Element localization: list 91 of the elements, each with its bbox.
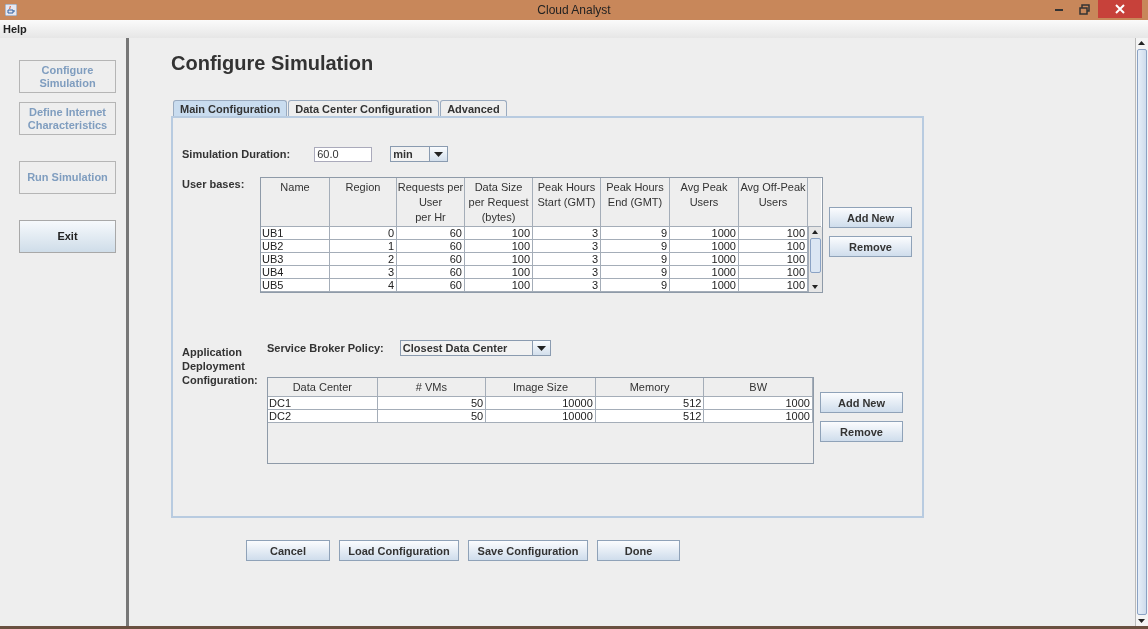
- table-cell: 60: [397, 266, 465, 279]
- table-cell: 1000: [670, 240, 739, 253]
- table-cell: 512: [595, 397, 705, 410]
- table-cell: 9: [601, 253, 670, 266]
- column-header[interactable]: # VMs: [377, 378, 487, 397]
- column-header[interactable]: Data Size per Request (bytes): [465, 178, 533, 227]
- table-cell: 1000: [670, 279, 739, 292]
- scroll-thumb[interactable]: [1137, 49, 1147, 615]
- action-button[interactable]: Remove: [829, 236, 912, 257]
- table-cell: 1000: [670, 227, 739, 240]
- policy-label: Service Broker Policy:: [267, 341, 384, 355]
- unit-dropdown[interactable]: min: [390, 146, 449, 162]
- column-header[interactable]: Memory: [595, 378, 705, 397]
- column-header[interactable]: Requests per User per Hr: [397, 178, 465, 227]
- footer-button[interactable]: Save Configuration: [468, 540, 588, 561]
- scrollbar[interactable]: [1135, 38, 1148, 626]
- table-cell: 100: [465, 279, 533, 292]
- table-cell: 1000: [670, 266, 739, 279]
- scroll-thumb[interactable]: [810, 238, 821, 273]
- window-title: Cloud Analyst: [537, 3, 611, 17]
- table-cell: 0: [330, 227, 397, 240]
- column-header[interactable]: Avg Peak Users: [670, 178, 739, 227]
- table-cell: UB2: [261, 240, 330, 253]
- table-cell: 1000: [704, 397, 813, 410]
- footer-button[interactable]: Done: [597, 540, 680, 561]
- table-cell: 60: [397, 240, 465, 253]
- column-header[interactable]: Data Center: [268, 378, 378, 397]
- table-cell: 4: [330, 279, 397, 292]
- action-button[interactable]: Remove: [820, 421, 903, 442]
- page-title: Configure Simulation: [171, 52, 375, 76]
- table-cell: 100: [465, 227, 533, 240]
- table-cell: 100: [465, 266, 533, 279]
- footer-button[interactable]: Load Configuration: [339, 540, 459, 561]
- table-cell: 9: [601, 279, 670, 292]
- table-cell: 60: [397, 253, 465, 266]
- table-scrollbar[interactable]: [808, 227, 822, 292]
- tab[interactable]: Main Configuration: [173, 100, 288, 116]
- column-header[interactable]: Region: [330, 178, 397, 227]
- up-arrow-icon[interactable]: [1136, 38, 1147, 48]
- table-cell: 100: [465, 240, 533, 253]
- header-corner: [808, 178, 821, 227]
- table-cell: 3: [533, 266, 601, 279]
- table-cell: 3: [533, 240, 601, 253]
- table-cell: 1000: [704, 410, 813, 423]
- caret-icon: [434, 151, 444, 157]
- table-cell: 9: [601, 227, 670, 240]
- duration-field[interactable]: 60.0: [314, 146, 373, 162]
- table-cell: DC2: [268, 410, 378, 423]
- action-button[interactable]: Add New: [820, 392, 903, 413]
- column-header[interactable]: Peak Hours End (GMT): [601, 178, 670, 227]
- user-bases-label: User bases:: [182, 177, 246, 192]
- table-cell: 3: [533, 279, 601, 292]
- table-cell: 50: [377, 410, 487, 423]
- table-cell: UB5: [261, 279, 330, 292]
- tab[interactable]: Advanced: [440, 100, 507, 116]
- deployment-label: Application Deployment Configuration:: [182, 345, 259, 388]
- column-header[interactable]: BW: [704, 378, 813, 397]
- table-cell: UB1: [261, 227, 330, 240]
- footer-button[interactable]: Cancel: [246, 540, 330, 561]
- table-cell: 512: [595, 410, 705, 423]
- table-cell: 2: [330, 253, 397, 266]
- table-cell: 60: [397, 279, 465, 292]
- table-cell: UB3: [261, 253, 330, 266]
- table-cell: 3: [330, 266, 397, 279]
- table-cell: 10000: [486, 410, 596, 423]
- column-header[interactable]: Peak Hours Start (GMT): [533, 178, 601, 227]
- duration-label: Simulation Duration:: [182, 147, 291, 161]
- table-cell: 9: [601, 240, 670, 253]
- table-cell: UB4: [261, 266, 330, 279]
- action-button[interactable]: Add New: [829, 207, 912, 228]
- cup-icon: [5, 4, 17, 16]
- column-header[interactable]: Image Size: [486, 378, 596, 397]
- menu-item[interactable]: Help: [3, 23, 27, 35]
- sidebar-button[interactable]: Exit: [19, 220, 116, 253]
- table-cell: 1000: [670, 253, 739, 266]
- table-cell: 10000: [486, 397, 596, 410]
- caret-icon: [536, 345, 546, 351]
- table-cell: 1: [330, 240, 397, 253]
- table-cell: 50: [377, 397, 487, 410]
- table-cell: 60: [397, 227, 465, 240]
- close-icon[interactable]: [1098, 0, 1142, 18]
- table-cell: 100: [465, 253, 533, 266]
- tab[interactable]: Data Center Configuration: [288, 100, 440, 116]
- table-cell: 9: [601, 266, 670, 279]
- table-cell: DC1: [268, 397, 378, 410]
- table-cell: 3: [533, 227, 601, 240]
- down-arrow-icon[interactable]: [1136, 616, 1147, 626]
- table-cell: 3: [533, 253, 601, 266]
- column-header[interactable]: Avg Off-Peak Users: [739, 178, 808, 227]
- policy-dropdown[interactable]: Closest Data Center: [399, 340, 551, 356]
- column-header[interactable]: Name: [261, 178, 330, 227]
